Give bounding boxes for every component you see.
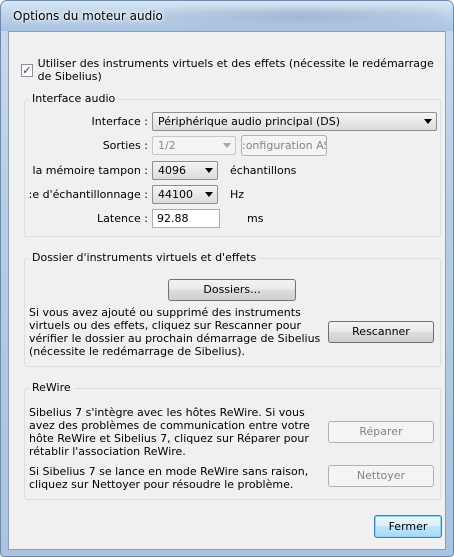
outputs-label: Sorties :	[102, 139, 148, 152]
chevron-down-icon	[205, 192, 213, 197]
vi-folder-group-title: Dossier d'instruments virtuels et d'effe…	[29, 251, 260, 264]
close-button[interactable]: Fermer	[374, 515, 442, 538]
latency-label: Latence :	[97, 212, 148, 225]
sample-rate-label: :e d'échantillonnage :	[28, 188, 148, 201]
buffer-size-select[interactable]: 4096	[152, 161, 218, 180]
outputs-select-value: 1/2	[158, 139, 176, 152]
title-bar-glass	[161, 9, 441, 23]
virtual-instruments-checkbox-row[interactable]: ✓ Utiliser des instruments virtuels et d…	[21, 57, 445, 83]
interface-select[interactable]: Périphérique audio principal (DS)	[152, 112, 437, 131]
buffer-size-label: la mémoire tampon :	[32, 164, 148, 177]
buffer-size-value: 4096	[158, 164, 186, 177]
latency-field[interactable]: 92.88	[152, 209, 220, 228]
sample-rate-select[interactable]: 44100	[152, 185, 218, 204]
sample-rate-value: 44100	[158, 188, 193, 201]
audio-interface-group-title: Interface audio	[29, 92, 119, 105]
rescan-button[interactable]: Rescanner	[328, 321, 434, 343]
rewire-group-title: ReWire	[29, 381, 74, 394]
clean-button[interactable]: Nettoyer	[328, 465, 434, 487]
interface-label: Interface :	[91, 115, 148, 128]
folders-button[interactable]: Dossiers...	[168, 279, 296, 301]
virtual-instruments-label: Utiliser des instruments virtuels et des…	[37, 57, 434, 83]
virtual-instruments-checkbox[interactable]: ✓	[21, 63, 33, 77]
rewire-description: Sibelius 7 s'intègre avec les hôtes ReWi…	[29, 406, 310, 458]
latency-unit: ms	[247, 212, 264, 225]
vi-folder-group: Dossier d'instruments virtuels et d'effe…	[24, 251, 441, 367]
window-title: Options du moteur audio	[13, 9, 163, 23]
audio-engine-options-window: Options du moteur audio ✓ Utiliser des i…	[0, 0, 454, 557]
clean-description: Si Sibelius 7 se lance en mode ReWire sa…	[29, 465, 309, 491]
asio-configuration-button[interactable]: :onfiguration ASIO...	[241, 135, 327, 156]
repair-button[interactable]: Réparer	[328, 421, 434, 443]
buffer-size-unit: échantillons	[230, 164, 297, 177]
chevron-down-icon	[424, 119, 432, 124]
interface-select-value: Périphérique audio principal (DS)	[158, 115, 341, 128]
outputs-select[interactable]: 1/2	[152, 136, 236, 155]
sample-rate-unit: Hz	[230, 188, 245, 201]
title-bar[interactable]: Options du moteur audio	[1, 1, 453, 31]
chevron-down-icon	[223, 143, 231, 148]
rewire-group: ReWire Sibelius 7 s'intègre avec les hôt…	[24, 381, 441, 500]
chevron-down-icon	[205, 168, 213, 173]
checkmark-icon: ✓	[22, 63, 32, 77]
dialog-body: ✓ Utiliser des instruments virtuels et d…	[8, 31, 446, 550]
latency-value: 92.88	[157, 212, 189, 225]
audio-interface-group: Interface audio Interface : Périphérique…	[24, 92, 441, 237]
vi-folder-description: Si vous avez ajouté ou supprimé des inst…	[29, 306, 321, 358]
